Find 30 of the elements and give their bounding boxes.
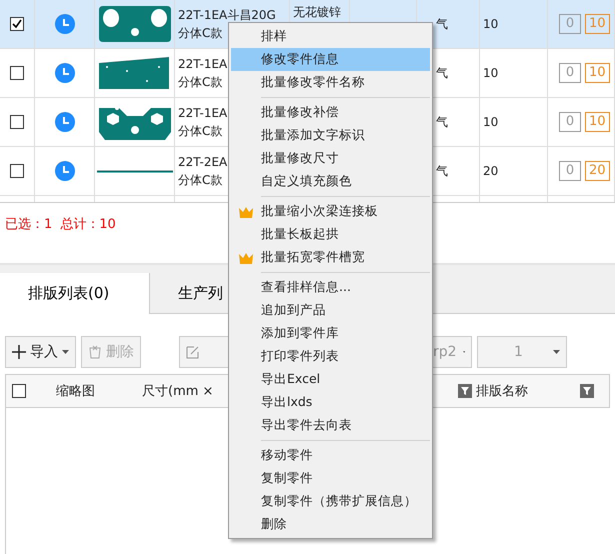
part-subtitle: 分体C款 [178, 25, 222, 42]
quantity-cell-text: 20 [483, 163, 498, 180]
total-count: 20 [585, 161, 610, 181]
done-count: 0 [559, 14, 581, 34]
gas-cell-text: 气 [436, 114, 448, 131]
part-name: 22T-1EA [178, 56, 228, 73]
total-count-label: 总计：10 [60, 216, 116, 233]
done-count: 0 [559, 63, 581, 83]
total-count: 10 [585, 112, 610, 132]
column-header: 尺寸(mm × [141, 383, 214, 400]
gas-cell-text: 气 [436, 65, 448, 82]
part-subtitle: 分体C款 [178, 123, 222, 140]
material-cell-text: 无花镀锌 [293, 4, 341, 21]
quantity-cell-text: 10 [483, 114, 498, 131]
total-count: 10 [585, 14, 610, 34]
total-count: 10 [585, 63, 610, 83]
part-name: 22T-1EA斗昌20G [178, 7, 276, 24]
column-header: 缩略图 [55, 383, 96, 400]
quantity-cell-text: 10 [483, 65, 498, 82]
quantity-cell-text: 10 [483, 16, 498, 33]
part-name: 22T-1EA [178, 105, 228, 122]
part-subtitle: 分体C款 [178, 172, 222, 189]
part-subtitle: 分体C款 [178, 74, 222, 91]
column-header: 排版名称 [475, 383, 529, 400]
selected-count: 已选：1 [5, 216, 52, 233]
part-name: 22T-2EA [178, 154, 228, 171]
gas-cell-text: 气 [436, 16, 448, 33]
done-count: 0 [559, 161, 581, 181]
gas-cell-text: 气 [436, 163, 448, 180]
done-count: 0 [559, 112, 581, 132]
